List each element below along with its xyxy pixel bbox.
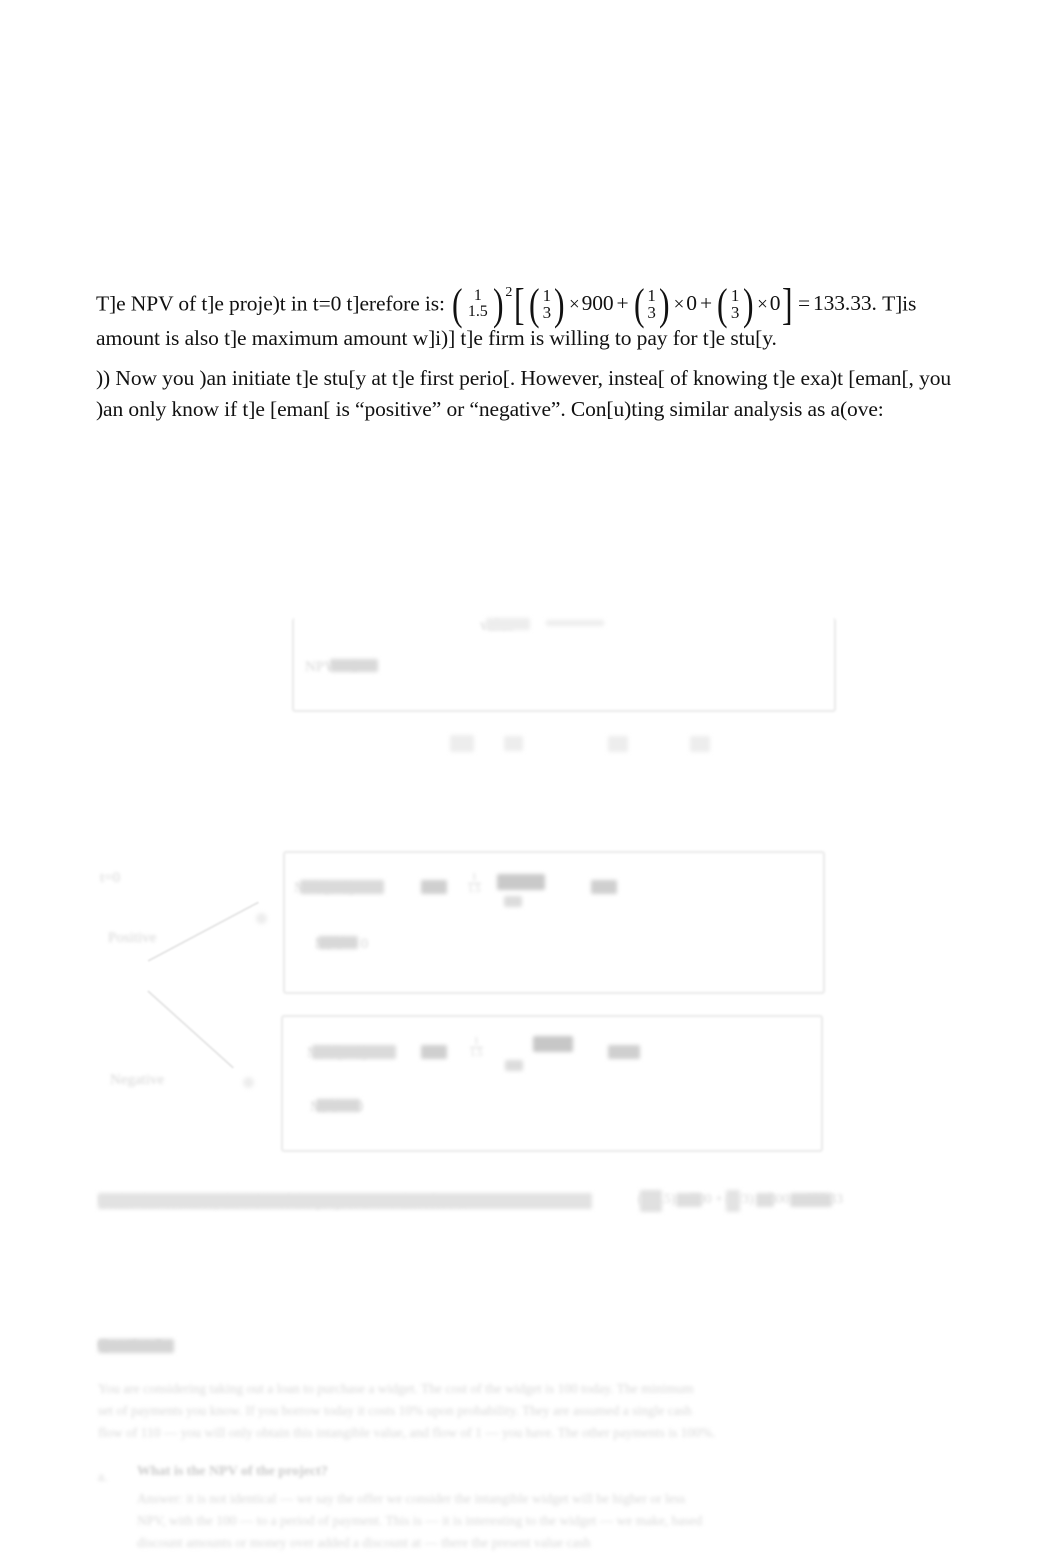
ghost-sub-a-line-2: NPV, with the 100 — to a period of payme… [137, 1513, 703, 1528]
ghost-top-box-inner-smudge [330, 659, 378, 672]
plus-2: + [699, 291, 712, 316]
paragraph-npv-lead: T]e NPV of t]e proje)t in t=0 t]erefore … [96, 291, 445, 316]
ghost-positive-frac-den: 1.5 [468, 883, 481, 895]
paren-close-p3: ) [742, 279, 754, 329]
ghost-sub-a-line-1: Answer: it is not identical — we say the… [137, 1491, 686, 1506]
ghost-arrowhead-down [243, 1077, 254, 1088]
probability-2: 13 [646, 287, 657, 322]
ghost-sub-a-heading: What is the NPV of the project? [137, 1464, 328, 1479]
probability-3: 13 [730, 287, 741, 322]
times-1: × [568, 294, 580, 316]
ghost-summary-math-smudge-e [790, 1193, 832, 1207]
ghost-negative-line2-smudge [316, 1099, 360, 1112]
ghost-summary-math-smudge-d [756, 1193, 774, 1207]
probability-1-denominator: 3 [542, 303, 552, 323]
paren-close-p1: ) [554, 279, 565, 329]
ghost-summary-math-smudge-a [640, 1190, 662, 1212]
npv-result: 133.33. [812, 291, 877, 316]
ghost-positive-line1-bracket [497, 874, 545, 890]
ghost-negative-line1-factor [421, 1045, 447, 1059]
ghost-summary-math-smudge-b [676, 1193, 702, 1207]
ghost-positive-line2-smudge [318, 936, 358, 949]
paragraph-npv: T]e NPV of t]e proje)t in t=0 t]erefore … [96, 279, 966, 354]
discount-denominator: 1.5 [467, 303, 488, 321]
ghost-branch-line-up [147, 901, 259, 962]
ghost-top-box-smudge-a [486, 618, 530, 630]
ghost-tick-1 [504, 736, 523, 751]
ghost-positive-frac-num: 1 [471, 872, 477, 883]
ghost-question-body-line-2: set of payments you know. If you borrow … [98, 1403, 692, 1418]
ghost-question-body-line-1: You are considering taking out a loan to… [98, 1381, 694, 1396]
ghost-branch-negative-label: Negative [110, 1072, 165, 1088]
ghost-positive-line1-fraction: 1 1.5 [468, 872, 481, 895]
discount-numerator: 1 [473, 287, 482, 305]
bracket-open: [ [514, 279, 525, 329]
times-2: × [673, 294, 685, 316]
payoff-1: 900 [581, 291, 614, 316]
npv-expression: (1 1.5) 2[(1 3) ×900 +(1 3) ×0 +(1 3) ×0] = 133.33. [445, 279, 882, 329]
ghost-summary-math-smudge-c [726, 1190, 740, 1212]
ghost-question-body-line-3: flow of 110 — you will only obtain this … [98, 1425, 716, 1440]
paragraph-study-timing-text: )) Now you )an initiate t]e stu[y at t]e… [96, 365, 952, 421]
probability-3-denominator: 3 [730, 303, 740, 323]
ghost-negative-line1-smudge-a [312, 1045, 396, 1059]
ghost-sub-a-label: a. [98, 1469, 108, 1484]
ghost-positive-line1-factor [421, 880, 447, 894]
paren-open-p2: ( [633, 279, 645, 329]
ghost-summary-text-smudge [98, 1193, 592, 1209]
bracket-close: ] [782, 279, 793, 329]
ghost-top-box-smudge-b [546, 620, 604, 626]
probability-1-numerator: 1 [542, 286, 552, 305]
plus-1: + [616, 291, 629, 316]
ghost-negative-frac-num: 1 [473, 1036, 479, 1047]
ghost-positive-line1-result [591, 880, 617, 894]
ghost-root-label: t=0 [100, 870, 121, 886]
ghost-arrowhead-up [256, 913, 267, 924]
ghost-question-heading-smudge [98, 1339, 174, 1353]
ghost-tick-3 [690, 736, 710, 752]
ghost-negative-line1-denom [505, 1060, 523, 1071]
paren-open-discount: ( [452, 279, 463, 329]
probability-3-numerator: 1 [730, 286, 740, 305]
probability-2-denominator: 3 [647, 303, 656, 323]
discount-exponent: 2 [505, 284, 513, 300]
paragraph-study-timing: )) Now you )an initiate t]e stu[y at t]e… [96, 363, 966, 425]
probability-2-numerator: 1 [647, 286, 656, 305]
equals-sign: = [797, 291, 810, 316]
ghost-branch-line-down [147, 990, 234, 1069]
ghost-negative-line1-result [608, 1045, 640, 1059]
ghost-negative-line1-fraction: 1 1.5 [470, 1036, 483, 1059]
payoff-3: 0 [769, 291, 781, 316]
paren-close-discount: ) [492, 279, 504, 329]
paren-close-p2: ) [659, 279, 670, 329]
ghost-negative-frac-den: 1.5 [470, 1047, 483, 1059]
discount-fraction: 1 1.5 [465, 287, 491, 321]
ghost-positive-line1-smudge-a [300, 880, 384, 894]
ghost-negative-line1-bracket [533, 1036, 573, 1052]
ghost-positive-line1-denom [504, 896, 522, 907]
probability-1: 13 [541, 287, 552, 322]
document-page: value NPV = 0 t=0 Positive Negative NPV(… [0, 0, 1062, 1556]
ghost-positive-box [283, 851, 825, 994]
times-3: × [757, 294, 768, 316]
solution-prose: T]e NPV of t]e proje)t in t=0 t]erefore … [96, 279, 966, 425]
paren-open-p1: ( [528, 279, 540, 329]
ghost-tick-0 [450, 735, 474, 752]
ghost-sub-a-line-3: discount amounts or money over added a d… [137, 1535, 591, 1550]
ghost-branch-positive-label: Positive [108, 930, 157, 946]
payoff-2: 0 [686, 291, 697, 316]
paren-open-p3: ( [717, 279, 728, 329]
ghost-tick-2 [608, 736, 628, 752]
